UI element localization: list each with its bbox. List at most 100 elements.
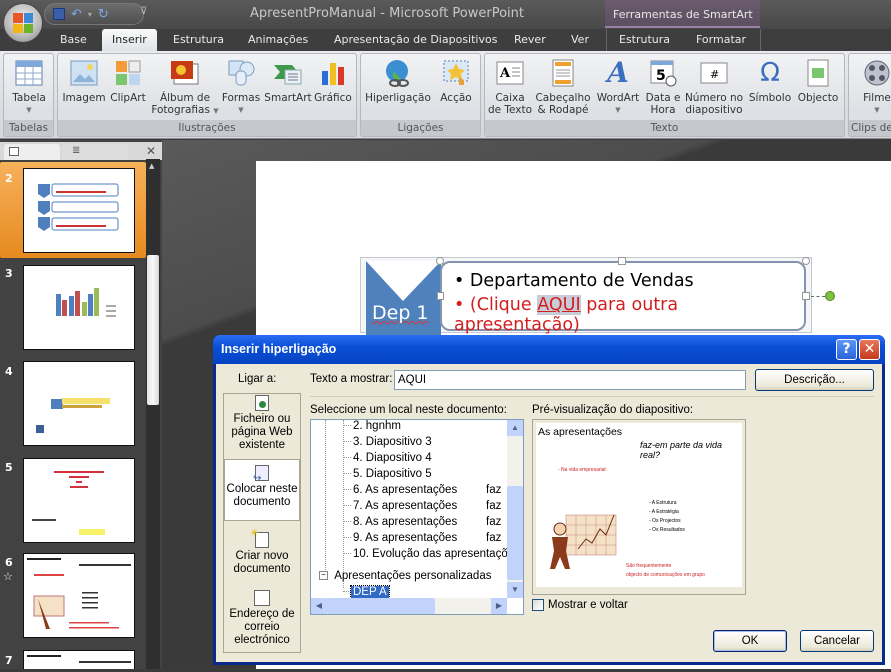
slide-thumbnail-4[interactable]: 4: [0, 360, 146, 450]
ok-button[interactable]: OK: [713, 630, 787, 652]
show-and-return-checkbox[interactable]: Mostrar e voltar: [532, 599, 628, 611]
resize-handle[interactable]: [802, 257, 810, 265]
slide-number: 3: [5, 267, 13, 280]
tree-item-label: 5. Diapositivo 5: [353, 468, 432, 480]
resize-handle[interactable]: [437, 292, 444, 300]
clipart-button[interactable]: ClipArt: [108, 58, 148, 104]
tab-animacoes[interactable]: Animações: [248, 29, 308, 51]
filme-button[interactable]: Filme ▼: [857, 58, 891, 116]
data-hora-button[interactable]: 5 Data e Hora: [643, 58, 683, 116]
data-label-1: Data e: [645, 92, 681, 104]
scrollbar-thumb[interactable]: [147, 255, 159, 405]
album-fotografias-button[interactable]: Álbum de Fotografias ▼: [150, 58, 220, 117]
resize-handle[interactable]: [802, 292, 810, 300]
preview-bullets: - A Estrutura - A Estratégia - Os Projecto…: [649, 499, 685, 535]
numero-diapositivo-button[interactable]: # Número no diapositivo: [683, 58, 745, 116]
dep1-chevron-shape[interactable]: Dep 1: [366, 261, 441, 335]
link-option-label: Endereço de correio electrónico: [229, 608, 295, 646]
slide-thumbnail-5[interactable]: 5: [0, 456, 146, 546]
scrollbar-thumb[interactable]: [327, 598, 435, 614]
rotation-handle[interactable]: [825, 291, 835, 301]
scroll-up-icon[interactable]: ▲: [149, 162, 154, 170]
slide-thumbnail-6[interactable]: 6 ☆: [0, 553, 146, 643]
tree-hscroll[interactable]: ◀ ▶: [311, 598, 507, 614]
tab-smartart-estrutura[interactable]: Estrutura: [619, 29, 670, 51]
link-option-email[interactable]: Endereço de correio electrónico: [224, 590, 300, 650]
scroll-down-icon[interactable]: ▼: [507, 582, 523, 598]
close-panel-icon[interactable]: ✕: [146, 144, 156, 158]
hiperligacao-button[interactable]: Hiperligação: [363, 58, 433, 104]
smartart-button[interactable]: SmartArt: [264, 58, 312, 104]
group-label-tabelas: Tabelas: [4, 120, 53, 136]
tab-apresentacao-diapositivos[interactable]: Apresentação de Diapositivos: [334, 29, 497, 51]
show-and-return-label: Mostrar e voltar: [548, 599, 628, 611]
save-icon[interactable]: [53, 8, 65, 20]
resize-handle[interactable]: [436, 257, 444, 265]
undo-icon[interactable]: ↶: [71, 7, 82, 22]
link-option-place-in-document[interactable]: ↪ Colocar neste documento: [224, 459, 300, 521]
tree-item-slide[interactable]: 4. Diapositivo 4: [343, 452, 507, 468]
grafico-button[interactable]: Gráfico: [312, 58, 354, 104]
tree-vscroll[interactable]: ▲ ▼: [507, 420, 523, 598]
redo-icon[interactable]: ↻: [98, 7, 109, 22]
tab-ver[interactable]: Ver: [571, 29, 589, 51]
document-places-tree[interactable]: 2. hgnhm 3. Diapositivo 3 4. Diapositivo 4…: [310, 419, 524, 615]
tab-inserir[interactable]: Inserir: [102, 29, 157, 51]
slide-thumbnail-3[interactable]: 3: [0, 262, 146, 352]
tree-item-slide[interactable]: 9. As apresentações faz: [343, 532, 507, 548]
slide-preview: [23, 265, 135, 350]
header-separator: [310, 396, 874, 397]
tab-slides[interactable]: [4, 144, 60, 160]
accao-button[interactable]: Acção: [435, 58, 477, 104]
caixa-texto-button[interactable]: A Caixa de Texto: [487, 58, 533, 116]
slides-scrollbar[interactable]: ▲: [146, 159, 160, 669]
tree-item-slide[interactable]: 8. As apresentações faz: [343, 516, 507, 532]
cabecalho-label-1: Cabeçalho: [535, 92, 591, 104]
hyperlink-aqui[interactable]: AQUI: [537, 295, 581, 315]
tree-group-custom-shows[interactable]: − Apresentações personalizadas: [319, 570, 491, 586]
date-time-icon: 5: [648, 58, 678, 88]
cancel-button[interactable]: Cancelar: [800, 630, 874, 652]
scroll-left-icon[interactable]: ◀: [311, 598, 327, 614]
tree-item-slide[interactable]: 2. hgnhm: [343, 420, 507, 436]
screentip-button[interactable]: Descrição...: [755, 369, 874, 391]
link-option-new-document[interactable]: ✳ Criar novo documento: [224, 528, 300, 584]
help-button[interactable]: ?: [836, 339, 857, 360]
customize-qat-icon[interactable]: ⊽: [140, 6, 147, 17]
resize-handle[interactable]: [618, 257, 626, 265]
scrollbar-thumb[interactable]: [507, 486, 523, 580]
scroll-right-icon[interactable]: ▶: [491, 598, 507, 614]
group-label-ligacoes: Ligações: [361, 120, 480, 136]
ribbon-tabs: Base Inserir Estrutura Animações Apresen…: [0, 29, 891, 51]
objecto-button[interactable]: Objecto: [795, 58, 841, 104]
tabela-button[interactable]: Tabela ▼: [8, 58, 50, 116]
title-bar: ↶ ▾ ↻ ⊽ ApresentProManual - Microsoft Po…: [0, 0, 891, 29]
scroll-up-icon[interactable]: ▲: [507, 420, 523, 436]
slide-thumbnail-7[interactable]: 7: [0, 650, 146, 670]
dep1-text-box[interactable]: • Departamento de Vendas • (Clique AQUI …: [440, 261, 806, 335]
formas-button[interactable]: Formas ▼: [220, 58, 262, 116]
dropdown-arrow-icon: ▼: [615, 106, 621, 114]
office-button[interactable]: [3, 3, 43, 43]
slide-thumbnail-2[interactable]: 2: [0, 162, 146, 258]
simbolo-button[interactable]: Ω Símbolo: [747, 58, 793, 104]
imagem-button[interactable]: Imagem: [61, 58, 107, 104]
tab-formatar[interactable]: Formatar: [696, 29, 746, 51]
undo-dropdown-icon[interactable]: ▾: [88, 10, 92, 19]
cabecalho-rodape-button[interactable]: Cabeçalho & Rodapé: [535, 58, 591, 116]
link-option-existing-file[interactable]: Ficheiro ou página Web existente: [224, 395, 300, 455]
tab-estrutura[interactable]: Estrutura: [173, 29, 224, 51]
tree-item-slide[interactable]: 7. As apresentações faz: [343, 500, 507, 516]
checkbox-box[interactable]: [532, 599, 544, 611]
text-to-display-input[interactable]: [394, 370, 746, 390]
tab-base[interactable]: Base: [60, 29, 87, 51]
tab-rever[interactable]: Rever: [514, 29, 546, 51]
tree-item-slide[interactable]: 3. Diapositivo 3: [343, 436, 507, 452]
close-button[interactable]: ✕: [859, 339, 880, 360]
wordart-button[interactable]: A WordArt ▼: [593, 58, 643, 116]
tree-item-slide[interactable]: 6. As apresentações faz: [343, 484, 507, 500]
tree-item-slide[interactable]: 10. Evolução das apresentaçõe: [343, 548, 514, 564]
tree-item-slide[interactable]: 5. Diapositivo 5: [343, 468, 507, 484]
tab-outline[interactable]: ≣: [62, 144, 128, 160]
collapse-icon[interactable]: −: [319, 571, 328, 581]
